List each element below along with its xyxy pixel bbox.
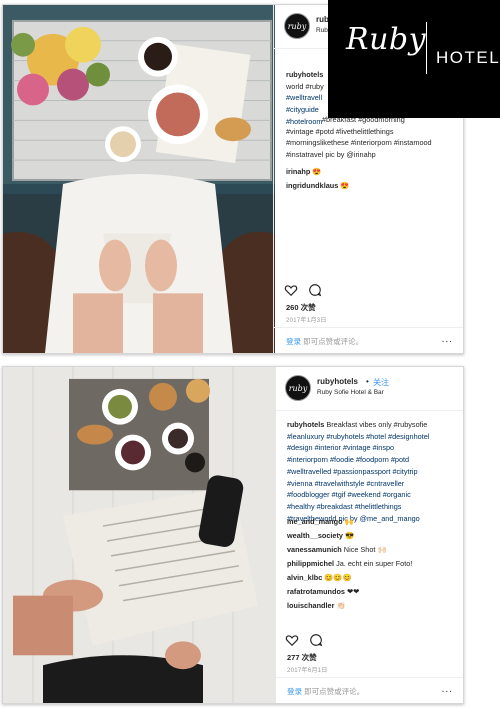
avatar[interactable]: ruby bbox=[284, 13, 310, 39]
comment-text: ❤❤ bbox=[347, 587, 360, 596]
comment-user[interactable]: philippmichel bbox=[287, 559, 334, 568]
caption-hashtags: #breakfast #goodmorning #vintage #potd #… bbox=[286, 114, 455, 161]
comment: irinahp 😍 bbox=[286, 167, 455, 176]
follow-button[interactable]: 关注 bbox=[373, 377, 389, 388]
login-text: 即可点赞或评论。 bbox=[304, 687, 365, 696]
comment-user[interactable]: vanessamunich bbox=[287, 545, 342, 554]
caption-line[interactable]: #design #interior #vintage #inspo bbox=[287, 442, 455, 454]
login-link[interactable]: 登录 bbox=[286, 337, 301, 346]
comment-user[interactable]: louischandler bbox=[287, 601, 334, 610]
caption-user[interactable]: rubyhotels bbox=[287, 420, 324, 429]
comment-text: 😎 bbox=[345, 531, 355, 540]
comment-user[interactable]: rafatrotamundos bbox=[287, 587, 345, 596]
comment-user[interactable]: alvin_klbc bbox=[287, 573, 322, 582]
login-text: 即可点赞或评论。 bbox=[303, 337, 364, 346]
brand-suffix: HOTELS bbox=[436, 48, 500, 67]
caption-line[interactable]: #leanluxury #rubyhotels #hotel #designho… bbox=[287, 431, 455, 443]
brand-divider bbox=[426, 22, 427, 74]
ruby-hotels-logo: Ruby HOTELS bbox=[328, 0, 500, 118]
comment-icon[interactable] bbox=[308, 283, 322, 297]
brand-name: Ruby bbox=[346, 22, 427, 57]
caption-line[interactable]: #healthy #breakdast #thelittlethings bbox=[287, 501, 455, 513]
caption-line[interactable]: #interiorporn #foodie #foodporn #potd bbox=[287, 454, 455, 466]
heart-icon[interactable] bbox=[284, 283, 298, 297]
caption-line[interactable]: #morningslikethese #interiorporn #instam… bbox=[286, 137, 455, 149]
comment-text: Ja. echt ein super Foto! bbox=[336, 559, 413, 568]
newspaper-breakfast-photo bbox=[3, 367, 276, 703]
more-options-icon[interactable]: ... bbox=[442, 684, 453, 695]
login-prompt: 登录 即可点赞或评论。 bbox=[287, 686, 364, 697]
comment-text: 😊😊😊 bbox=[324, 573, 352, 582]
post-date: 2017年6月1日 bbox=[287, 668, 328, 674]
caption-line[interactable]: #instatravel pic by @irinahp bbox=[286, 149, 455, 161]
post-sidebar: ruby rubyhotels • 关注 Ruby Sofie Hotel & … bbox=[274, 367, 463, 703]
login-link[interactable]: 登录 bbox=[287, 687, 302, 696]
caption-line[interactable]: #welltravelled #passionpassport #citytri… bbox=[287, 466, 455, 478]
comment: wealth__society 😎 bbox=[287, 531, 455, 540]
more-options-icon[interactable]: ... bbox=[442, 334, 453, 345]
comment-icon[interactable] bbox=[309, 633, 323, 647]
comment-user[interactable]: irinahp bbox=[286, 167, 310, 176]
post-footer: 登录 即可点赞或评论。 ... bbox=[275, 677, 463, 703]
comment-text: Nice Shot 🙌🏻 bbox=[343, 545, 387, 554]
post-actions bbox=[285, 631, 329, 647]
comment: philippmichel Ja. echt ein super Foto! bbox=[287, 559, 455, 568]
post-photo[interactable] bbox=[3, 5, 275, 353]
caption-text: Breakfast vibes only #rubysofie bbox=[326, 420, 428, 429]
comment: rafatrotamundos ❤❤ bbox=[287, 587, 455, 596]
post-photo[interactable] bbox=[3, 367, 276, 703]
post-footer: 登录 即可点赞或评论。 ... bbox=[274, 327, 463, 353]
avatar[interactable]: ruby bbox=[285, 375, 311, 401]
comment-user[interactable]: ingridundklaus bbox=[286, 181, 338, 190]
caption-line[interactable]: #vintage #potd #livethelittlethings bbox=[286, 126, 455, 138]
comment-user[interactable]: wealth__society bbox=[287, 531, 343, 540]
comment: vanessamunich Nice Shot 🙌🏻 bbox=[287, 545, 455, 554]
caption-line: rubyhotels Breakfast vibes only #rubysof… bbox=[287, 419, 455, 431]
breakfast-flatlay-photo bbox=[3, 5, 275, 353]
comment: alvin_klbc 😊😊😊 bbox=[287, 573, 455, 582]
comment-text: 😍 bbox=[340, 181, 350, 190]
comment-text: 😍 bbox=[312, 167, 322, 176]
instagram-post-2: ruby rubyhotels • 关注 Ruby Sofie Hotel & … bbox=[2, 366, 464, 704]
separator-dot: • bbox=[366, 377, 369, 386]
like-count[interactable]: 260 次赞 bbox=[286, 302, 316, 313]
post-actions bbox=[284, 281, 328, 297]
caption: rubyhotels Breakfast vibes only #rubysof… bbox=[287, 419, 455, 524]
caption-line[interactable]: #foodblogger #tgif #weekend #organic bbox=[287, 489, 455, 501]
post-date: 2017年1月3日 bbox=[286, 318, 327, 324]
comment: ingridundklaus 😍 bbox=[286, 181, 455, 190]
login-prompt: 登录 即可点赞或评论。 bbox=[286, 336, 363, 347]
caption-line[interactable]: #vienna #travelwithstyle #cntraveller bbox=[287, 478, 455, 490]
comment: louischandler 👏🏻 bbox=[287, 601, 455, 610]
comment-user[interactable]: me_and_mango bbox=[287, 517, 343, 526]
post-header: ruby rubyhotels • 关注 Ruby Sofie Hotel & … bbox=[275, 367, 463, 411]
like-count[interactable]: 277 次赞 bbox=[287, 652, 317, 663]
location[interactable]: Ruby Sofie Hotel & Bar bbox=[317, 389, 384, 396]
comment-text: 🙌 bbox=[344, 517, 354, 526]
heart-icon[interactable] bbox=[285, 633, 299, 647]
username[interactable]: rubyhotels bbox=[317, 377, 358, 386]
comment: me_and_mango 🙌 bbox=[287, 517, 455, 526]
comment-text: 👏🏻 bbox=[336, 601, 346, 610]
